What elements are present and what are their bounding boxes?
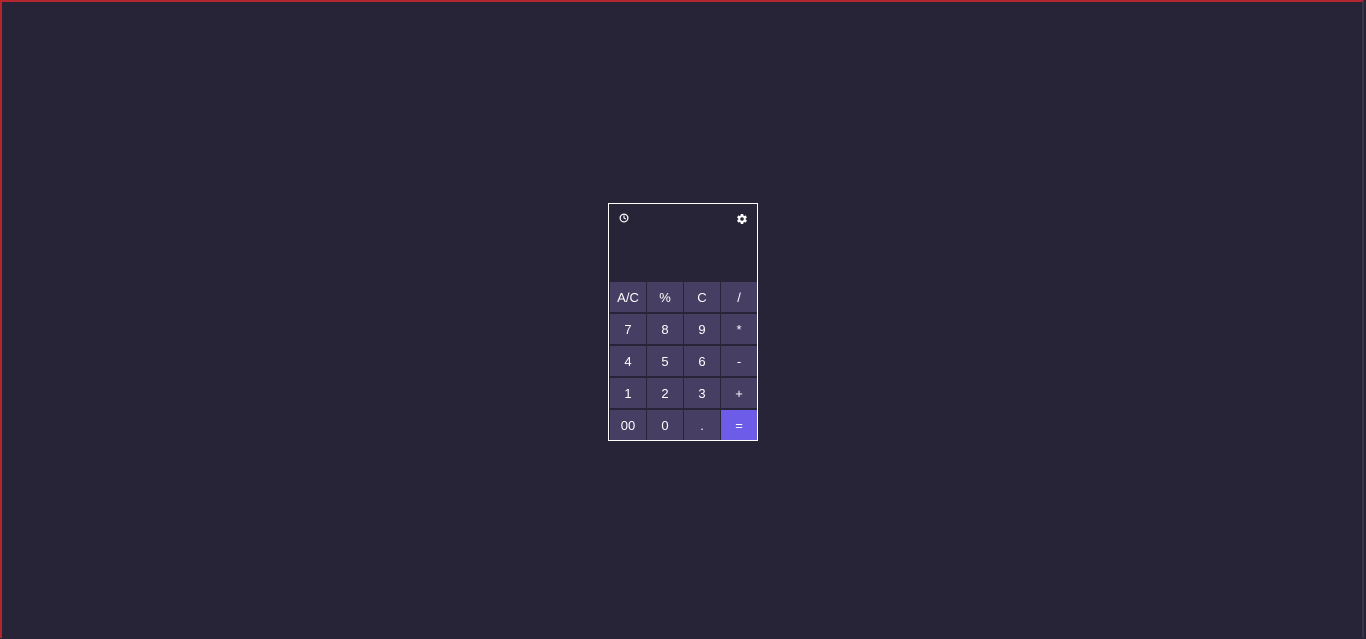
calculator: A/C % C / 7 8 9 * 4 5 6 - 1 2 3 + 00 0 .…	[608, 203, 758, 441]
key-9[interactable]: 9	[684, 314, 720, 344]
key-3[interactable]: 3	[684, 378, 720, 408]
key-4[interactable]: 4	[610, 346, 646, 376]
key-decimal[interactable]: .	[684, 410, 720, 440]
key-1[interactable]: 1	[610, 378, 646, 408]
key-equals[interactable]: =	[721, 410, 757, 440]
key-0[interactable]: 0	[647, 410, 683, 440]
key-multiply[interactable]: *	[721, 314, 757, 344]
key-7[interactable]: 7	[610, 314, 646, 344]
clock-icon[interactable]	[617, 211, 631, 225]
key-all-clear[interactable]: A/C	[610, 282, 646, 312]
keypad: A/C % C / 7 8 9 * 4 5 6 - 1 2 3 + 00 0 .…	[610, 282, 757, 440]
key-add[interactable]: +	[721, 378, 757, 408]
key-double-zero[interactable]: 00	[610, 410, 646, 440]
key-2[interactable]: 2	[647, 378, 683, 408]
key-5[interactable]: 5	[647, 346, 683, 376]
key-6[interactable]: 6	[684, 346, 720, 376]
key-divide[interactable]: /	[721, 282, 757, 312]
key-8[interactable]: 8	[647, 314, 683, 344]
calculator-display	[609, 204, 757, 281]
key-clear[interactable]: C	[684, 282, 720, 312]
gear-icon[interactable]	[735, 212, 749, 226]
key-subtract[interactable]: -	[721, 346, 757, 376]
key-percent[interactable]: %	[647, 282, 683, 312]
